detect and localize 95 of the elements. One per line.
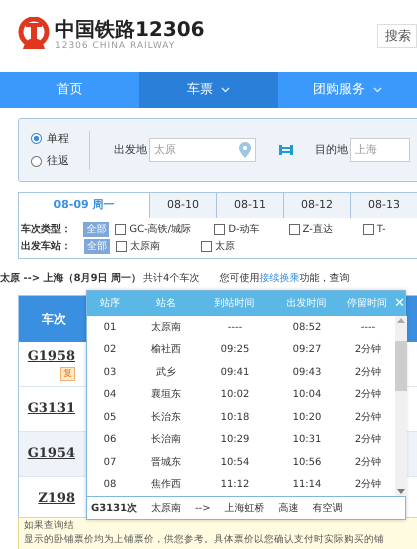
stop-cell-text: 03 xyxy=(102,366,118,380)
trip-type-radio[interactable]: 单程 xyxy=(31,130,69,147)
popup-footer-text: 高速 xyxy=(278,502,299,516)
date-tab[interactable]: 08-11 xyxy=(217,193,284,218)
date-tab[interactable]: 08-13 xyxy=(351,193,417,218)
stop-cell-text: 2分钟 xyxy=(354,478,382,492)
from-label: 出发地 xyxy=(114,142,147,158)
filter-option[interactable]: D-动车 xyxy=(214,222,289,236)
train-number-link[interactable]: Z198 xyxy=(38,489,75,509)
stop-cell-text: 05 xyxy=(102,410,118,425)
stop-cell-text: 2分钟 xyxy=(354,456,382,470)
train-number-link[interactable]: G1954 xyxy=(28,444,75,464)
stop-cell-text: 10:54 xyxy=(220,456,250,470)
chevron-down-icon xyxy=(373,87,382,93)
stop-cell-text: 襄垣东 xyxy=(150,388,182,402)
stop-cell-text: 2分钟 xyxy=(354,432,382,448)
stop-cell-text: ---- xyxy=(226,320,244,335)
train-number-link[interactable]: G3131 xyxy=(28,399,75,419)
swap-icon[interactable] xyxy=(279,145,293,155)
checkbox[interactable] xyxy=(115,224,126,234)
filter-option[interactable]: GC-高铁/城际 xyxy=(115,222,214,236)
stop-cell-text: 08:52 xyxy=(292,320,322,335)
stop-cell-text: 09:41 xyxy=(220,366,250,380)
date-tab[interactable]: 08-10 xyxy=(150,193,217,218)
location-pin-icon xyxy=(239,142,251,158)
stop-cell-text: 10:56 xyxy=(292,456,322,470)
stop-cell-text: 04 xyxy=(102,388,118,402)
filter-label: 出发车站： xyxy=(21,239,72,254)
scroll-down-icon[interactable] xyxy=(397,489,405,494)
checkbox[interactable] xyxy=(201,240,212,252)
popup-footer-text: 太原南 xyxy=(151,502,182,516)
stop-cell-text: 武乡 xyxy=(155,366,177,380)
stop-cell-text: 10:20 xyxy=(292,410,322,425)
stop-cell-text: 2分钟 xyxy=(354,366,382,380)
stop-cell-text: 02 xyxy=(102,343,118,358)
notice-text: 显示的卧铺票价均为上铺票价，供您参考。具体票价以您确认支付时实际购买的铺 xyxy=(24,533,385,547)
resume-badge: 复 xyxy=(60,366,75,381)
popup-column-header: 到站时间 xyxy=(214,296,256,311)
trip-type-radio[interactable]: 往返 xyxy=(31,153,69,170)
checkbox[interactable] xyxy=(214,224,226,234)
stop-cell-text: 2分钟 xyxy=(354,342,382,358)
nav-tab[interactable]: 车票 xyxy=(139,72,278,108)
stop-cell-text: 10:18 xyxy=(220,410,250,425)
filter-option[interactable]: T- xyxy=(362,222,417,236)
popup-footer-text: 上海虹桥 xyxy=(224,502,265,516)
stop-cell-text: 10:29 xyxy=(220,433,250,448)
stop-cell-text: 07 xyxy=(102,456,118,470)
transfer-hint: 您可使用接续换乘功能，查询 xyxy=(219,272,350,286)
popup-column-header: 出发时间 xyxy=(285,296,328,311)
logo-title: 中国铁路12306 xyxy=(55,18,205,40)
popup-column-header: 站名 xyxy=(154,296,177,311)
stop-cell-text: 榆社西 xyxy=(150,342,182,358)
train-count: 共计4个车次 xyxy=(143,272,200,286)
checkbox[interactable] xyxy=(116,240,127,252)
stop-cell-text: 2分钟 xyxy=(354,410,382,425)
stop-cell-text: 09:25 xyxy=(220,343,250,358)
checkbox[interactable] xyxy=(288,224,300,234)
column-header: 车次 xyxy=(41,311,67,328)
stop-cell-text: 08 xyxy=(102,478,118,492)
notice-text: 如果查询结 xyxy=(24,519,75,533)
stop-cell-text: 09:27 xyxy=(292,343,322,358)
date-tab[interactable]: 08-12 xyxy=(284,193,351,218)
scrollbar[interactable] xyxy=(395,316,407,496)
stop-cell-text: 长治东 xyxy=(150,410,182,425)
filter-option[interactable]: Z-直达 xyxy=(288,222,363,236)
filter-label: 车次类型： xyxy=(21,222,72,236)
to-label: 目的地 xyxy=(315,142,348,158)
filter-option[interactable]: 太原南 xyxy=(116,238,201,254)
popup-footer-text: 有空调 xyxy=(312,502,343,516)
logo-subtitle: 12306 CHINA RAILWAY xyxy=(55,40,176,54)
stop-cell-text: ---- xyxy=(360,320,376,335)
filter-option[interactable]: 太原 xyxy=(201,238,286,254)
popup-footer-text: --> xyxy=(195,502,211,516)
stop-cell-text: 09:43 xyxy=(292,366,322,380)
popup-column-header: 停留时间 xyxy=(346,296,388,311)
checkbox[interactable] xyxy=(362,224,374,234)
popup-column-header: 站序 xyxy=(98,296,121,311)
train-number-link[interactable]: G1958 xyxy=(28,347,75,367)
stop-cell-text: 晋城东 xyxy=(150,456,182,470)
stop-cell-text: 06 xyxy=(102,433,118,448)
stop-cell-text: 11:14 xyxy=(292,478,322,492)
scroll-thumb[interactable] xyxy=(395,341,407,391)
chevron-down-icon xyxy=(221,87,230,93)
stop-cell-text: 长治南 xyxy=(150,432,182,448)
popup-footer-text: G3131次 xyxy=(91,502,138,516)
route-summary: 太原 --> 上海（8月9日 周一） xyxy=(0,272,142,286)
search-field[interactable]: 搜索 xyxy=(377,24,417,48)
stop-cell-text: 10:04 xyxy=(292,388,322,402)
stop-cell-text: 10:02 xyxy=(220,388,250,402)
stop-cell-text: 11:12 xyxy=(220,478,250,492)
stop-cell-text: 焦作西 xyxy=(150,478,182,492)
stop-cell-text: 01 xyxy=(102,320,118,335)
stop-cell-text: 2分钟 xyxy=(354,388,382,402)
stop-cell-text: 太原南 xyxy=(150,320,182,335)
stop-cell-text: 10:31 xyxy=(292,433,322,448)
